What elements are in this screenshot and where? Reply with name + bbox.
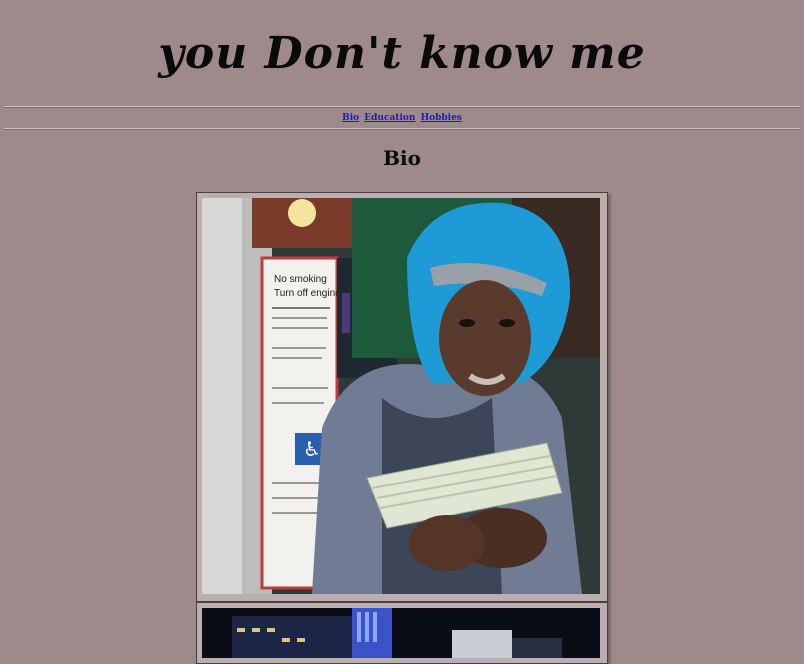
nav-link-education[interactable]: Education [364,113,415,123]
nav-bar: Bio Education Hobbies [0,108,804,128]
site-title: you Don't know me [158,28,646,79]
section-heading-bio: Bio [383,146,421,170]
photo-frame: No smoking Turn off engine ♿ [196,192,608,602]
nav-bottom-divider [4,128,800,130]
photo-man-with-cash: No smoking Turn off engine ♿ [202,198,602,596]
sign-line-2: Turn off engine [274,288,341,299]
nav-link-bio[interactable]: Bio [342,113,359,123]
svg-text:♿: ♿ [303,437,321,461]
sign-line-1: No smoking [274,274,327,285]
nav-link-hobbies[interactable]: Hobbies [421,113,462,123]
photo-city-night [202,608,602,658]
